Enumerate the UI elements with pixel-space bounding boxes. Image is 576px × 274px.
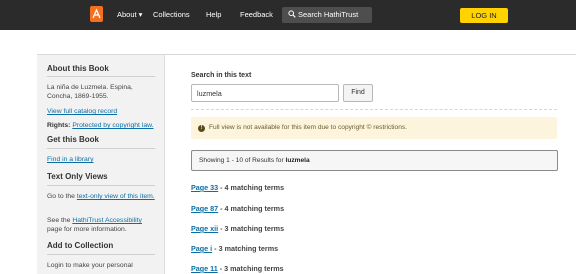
search-button-label: Search HathiTrust xyxy=(298,10,359,19)
about-heading: About this Book xyxy=(47,64,109,73)
result-page-link[interactable]: Page 11 xyxy=(191,264,218,273)
alert-text: Full view is not available for this item… xyxy=(209,124,407,131)
divider xyxy=(47,254,155,255)
catalog-record-link[interactable]: View full catalog record xyxy=(47,108,117,115)
find-button[interactable]: Find xyxy=(343,84,373,102)
text-only-heading: Text Only Views xyxy=(47,172,108,181)
accessibility-intro: See the xyxy=(47,217,73,224)
result-match-count: - 3 matching terms xyxy=(217,264,284,273)
search-icon xyxy=(288,10,296,18)
nav-collections-link[interactable]: Collections xyxy=(153,10,190,19)
info-icon: ! xyxy=(198,125,205,132)
results-search-term: luzmela xyxy=(285,157,310,164)
list-item: Page 87 - 4 matching terms xyxy=(191,204,284,213)
add-collection-heading: Add to Collection xyxy=(47,241,114,250)
result-match-count: - 3 matching terms xyxy=(212,244,279,253)
nav-help-link[interactable]: Help xyxy=(206,10,221,19)
result-match-count: - 3 matching terms xyxy=(218,224,285,233)
get-book-heading: Get this Book xyxy=(47,135,100,144)
result-page-link[interactable]: Page 33 xyxy=(191,183,218,192)
hathitrust-logo-icon[interactable] xyxy=(90,6,103,22)
text-only-intro: Go to the xyxy=(47,193,77,200)
rights-link[interactable]: Protected by copyright law. xyxy=(72,122,153,129)
list-item: Page i - 3 matching terms xyxy=(191,244,278,253)
result-match-count: - 4 matching terms xyxy=(218,183,285,192)
find-library-link[interactable]: Find in a library xyxy=(47,156,93,163)
rights-label: Rights: xyxy=(47,122,71,129)
list-item: Page xii - 3 matching terms xyxy=(191,224,284,233)
search-in-text-input[interactable] xyxy=(191,84,339,102)
search-in-text-label: Search in this text xyxy=(191,72,252,79)
search-hathitrust-button[interactable]: Search HathiTrust xyxy=(282,7,372,23)
results-summary: Showing 1 - 10 of Results for luzmela xyxy=(191,150,558,171)
accessibility-link[interactable]: HathiTrust Accessibility xyxy=(72,217,142,224)
accessibility-note: page for more information. xyxy=(47,226,127,233)
result-page-link[interactable]: Page i xyxy=(191,244,212,253)
result-page-link[interactable]: Page 87 xyxy=(191,204,218,213)
top-navbar: About ▾ Collections Help Feedback Search… xyxy=(0,0,576,30)
result-match-count: - 4 matching terms xyxy=(218,204,285,213)
login-note: Login to make your personal xyxy=(47,262,133,269)
login-button[interactable]: LOG IN xyxy=(460,8,508,23)
result-page-link[interactable]: Page xii xyxy=(191,224,218,233)
results-summary-text: Showing 1 - 10 of Results for xyxy=(199,157,286,164)
book-title: La niña de Luzmela. Espina, Concha, 1869… xyxy=(47,84,133,100)
list-item: Page 11 - 3 matching terms xyxy=(191,264,284,273)
nav-about-menu[interactable]: About ▾ xyxy=(117,10,142,19)
divider xyxy=(47,148,155,149)
text-only-link[interactable]: text-only view of this item. xyxy=(77,193,155,200)
copyright-alert: ! Full view is not available for this ite… xyxy=(191,117,557,139)
divider xyxy=(191,109,557,110)
list-item: Page 33 - 4 matching terms xyxy=(191,183,284,192)
divider xyxy=(47,185,155,186)
nav-feedback-link[interactable]: Feedback xyxy=(240,10,273,19)
sidebar: About this Book La niña de Luzmela. Espi… xyxy=(37,55,165,274)
divider xyxy=(47,76,155,77)
